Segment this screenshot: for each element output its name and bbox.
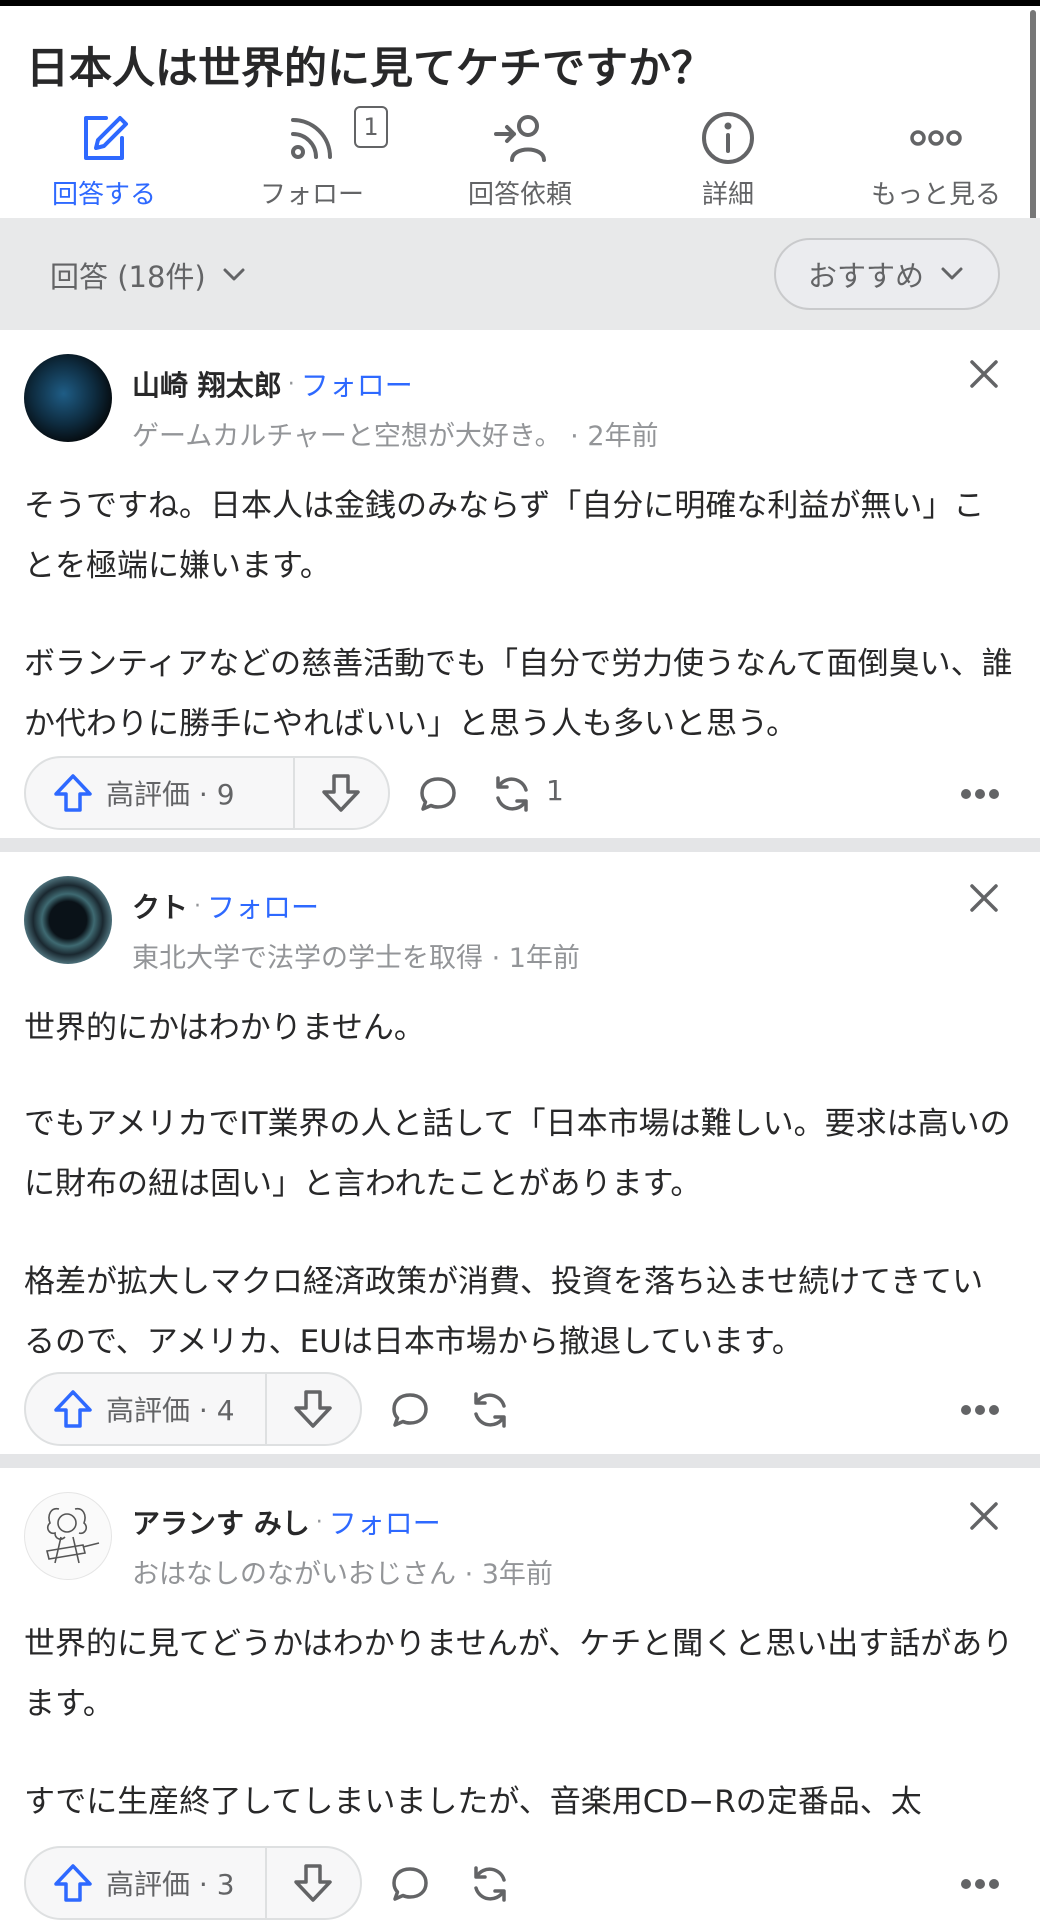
follow-author-link[interactable]: フォロー [207,886,319,926]
answer-divider [0,1454,1040,1468]
author-name[interactable]: アランす みし [132,1502,310,1542]
comment-icon[interactable] [390,1864,430,1904]
upvote-button[interactable]: 高評価 · 9 [26,758,293,828]
chevron-down-icon [941,267,963,280]
avatar[interactable] [24,354,112,442]
upvote-label: 高評価 · 4 [106,1394,235,1427]
answer-paragraph: ボランティアなどの慈善活動でも「自分で労力使うなんて面倒臭い、誰か代わりに勝手に… [24,646,1013,742]
upvote-label: 高評価 · 9 [106,778,235,811]
avatar[interactable] [24,876,112,964]
answer-paragraph: そうですね。日本人は金銭のみならず「自分に明確な利益が無い」ことを極端に嫌います… [24,488,985,584]
author-line: 山崎 翔太郎 · フォロー [132,364,413,404]
details-button[interactable]: 詳細 [624,106,832,218]
answer-label: 回答する [51,180,156,210]
avatar[interactable] [24,1492,112,1580]
answer-card: クト · フォロー 東北大学で法学の学士を取得 · 1年前 世界的にかはわかりま… [0,852,1040,1454]
upvote-button[interactable]: 高評価 · 4 [26,1374,265,1444]
more-options-icon[interactable] [960,1404,1000,1416]
answer-card: 山崎 翔太郎 · フォロー ゲームカルチャーと空想が大好き。 · 2年前 そうで… [0,330,1040,838]
upvote-arrow-icon [54,1864,92,1902]
rss-icon [291,118,332,159]
question-title: 日本人は世界的に見てケチですか？ [26,44,714,94]
downvote-button[interactable] [267,1848,360,1918]
answers-filter-bar: 回答 (18件) おすすめ [0,218,1040,330]
scrollbar[interactable] [1030,10,1036,222]
pencil-icon [84,116,128,160]
more-options-icon[interactable] [960,1878,1000,1890]
author-line: クト · フォロー [132,886,319,926]
sort-label: おすすめ [807,259,924,293]
upvote-arrow-icon [54,774,92,812]
sketch-avatar-image [46,1507,100,1564]
follow-author-link[interactable]: フォロー [329,1502,441,1542]
follow-count-badge: 1 [354,106,388,148]
follow-question-button[interactable]: 1 フォロー [208,106,416,218]
downvote-button[interactable] [267,1374,360,1444]
request-answer-button[interactable]: 回答依頼 [416,106,624,218]
downvote-arrow-icon [294,1864,333,1902]
answer-paragraph: 世界的にかはわかりません。 [24,1010,425,1046]
follow-author-link[interactable]: フォロー [301,364,413,404]
more-icon [910,130,962,146]
vote-group: 高評価 · 3 [24,1846,362,1920]
comment-icon[interactable] [418,774,458,814]
question-action-bar: 回答する 1 フォロー 回答依頼 詳細 もっと見る [0,106,1040,218]
author-name[interactable]: クト [132,886,188,926]
vote-group: 高評価 · 9 [24,756,390,830]
more-options-icon[interactable] [960,788,1000,800]
answer-paragraph: 格差が拡大しマクロ経済政策が消費、投資を落ち込ませ続けてきているので、アメリカ、… [24,1264,984,1360]
answer-paragraph: でもアメリカでIT業界の人と話して「日本市場は難しい。要求は高いのに財布の紐は固… [24,1106,1011,1202]
author-credential: 東北大学で法学の学士を取得 · 1年前 [132,943,580,974]
answer-divider [0,838,1040,852]
chevron-down-icon [223,268,245,281]
info-icon [702,112,754,164]
author-name[interactable]: 山崎 翔太郎 [132,364,282,404]
follow-label: フォロー [259,180,364,210]
request-answer-label: 回答依頼 [467,180,572,210]
author-line: アランす みし · フォロー [132,1502,441,1542]
comment-icon[interactable] [390,1390,430,1430]
downvote-arrow-icon [322,774,361,812]
more-label: もっと見る [870,180,1001,210]
sort-dropdown[interactable]: おすすめ [774,238,1000,310]
upvote-button[interactable]: 高評価 · 3 [26,1848,265,1918]
author-credential: おはなしのながいおじさん · 3年前 [132,1559,553,1590]
answer-paragraph: 世界的に見てどうかはわかりませんが、ケチと聞くと思い出す話があります。 [24,1626,1014,1722]
vote-group: 高評価 · 4 [24,1372,362,1446]
answers-count-label: 回答 (18件) [50,260,206,294]
close-icon[interactable] [966,880,1002,916]
share-count: 1 [546,774,564,807]
question-header: 日本人は世界的に見てケチですか？ 回答する 1 フォロー 回答依頼 詳細 もっと… [0,6,1040,218]
sticky-vote-bar: 高評価 · 3 [0,1834,1040,1920]
details-label: 詳細 [701,180,754,210]
answer-button[interactable]: 回答する [0,106,208,218]
separator-dot: · [315,1509,323,1535]
more-button[interactable]: もっと見る [832,106,1040,218]
close-icon[interactable] [966,356,1002,392]
request-answer-icon [494,115,546,162]
upvote-arrow-icon [54,1390,92,1428]
author-credential: ゲームカルチャーと空想が大好き。 · 2年前 [132,421,659,452]
downvote-button[interactable] [295,758,388,828]
share-icon[interactable] [468,1862,512,1906]
share-icon[interactable] [468,1388,512,1432]
answers-count-dropdown[interactable]: 回答 (18件) [50,254,248,296]
close-icon[interactable] [966,1498,1002,1534]
separator-dot: · [194,893,202,919]
downvote-arrow-icon [294,1390,333,1428]
upvote-label: 高評価 · 3 [106,1868,235,1901]
answer-card: アランす みし · フォロー おはなしのながいおじさん · 3年前 世界的に見て… [0,1468,1040,1848]
answer-paragraph: すでに生産終了してしまいましたが、音楽用CD−Rの定番品、太 [24,1784,922,1820]
share-icon[interactable] [490,772,534,816]
separator-dot: · [287,371,295,397]
